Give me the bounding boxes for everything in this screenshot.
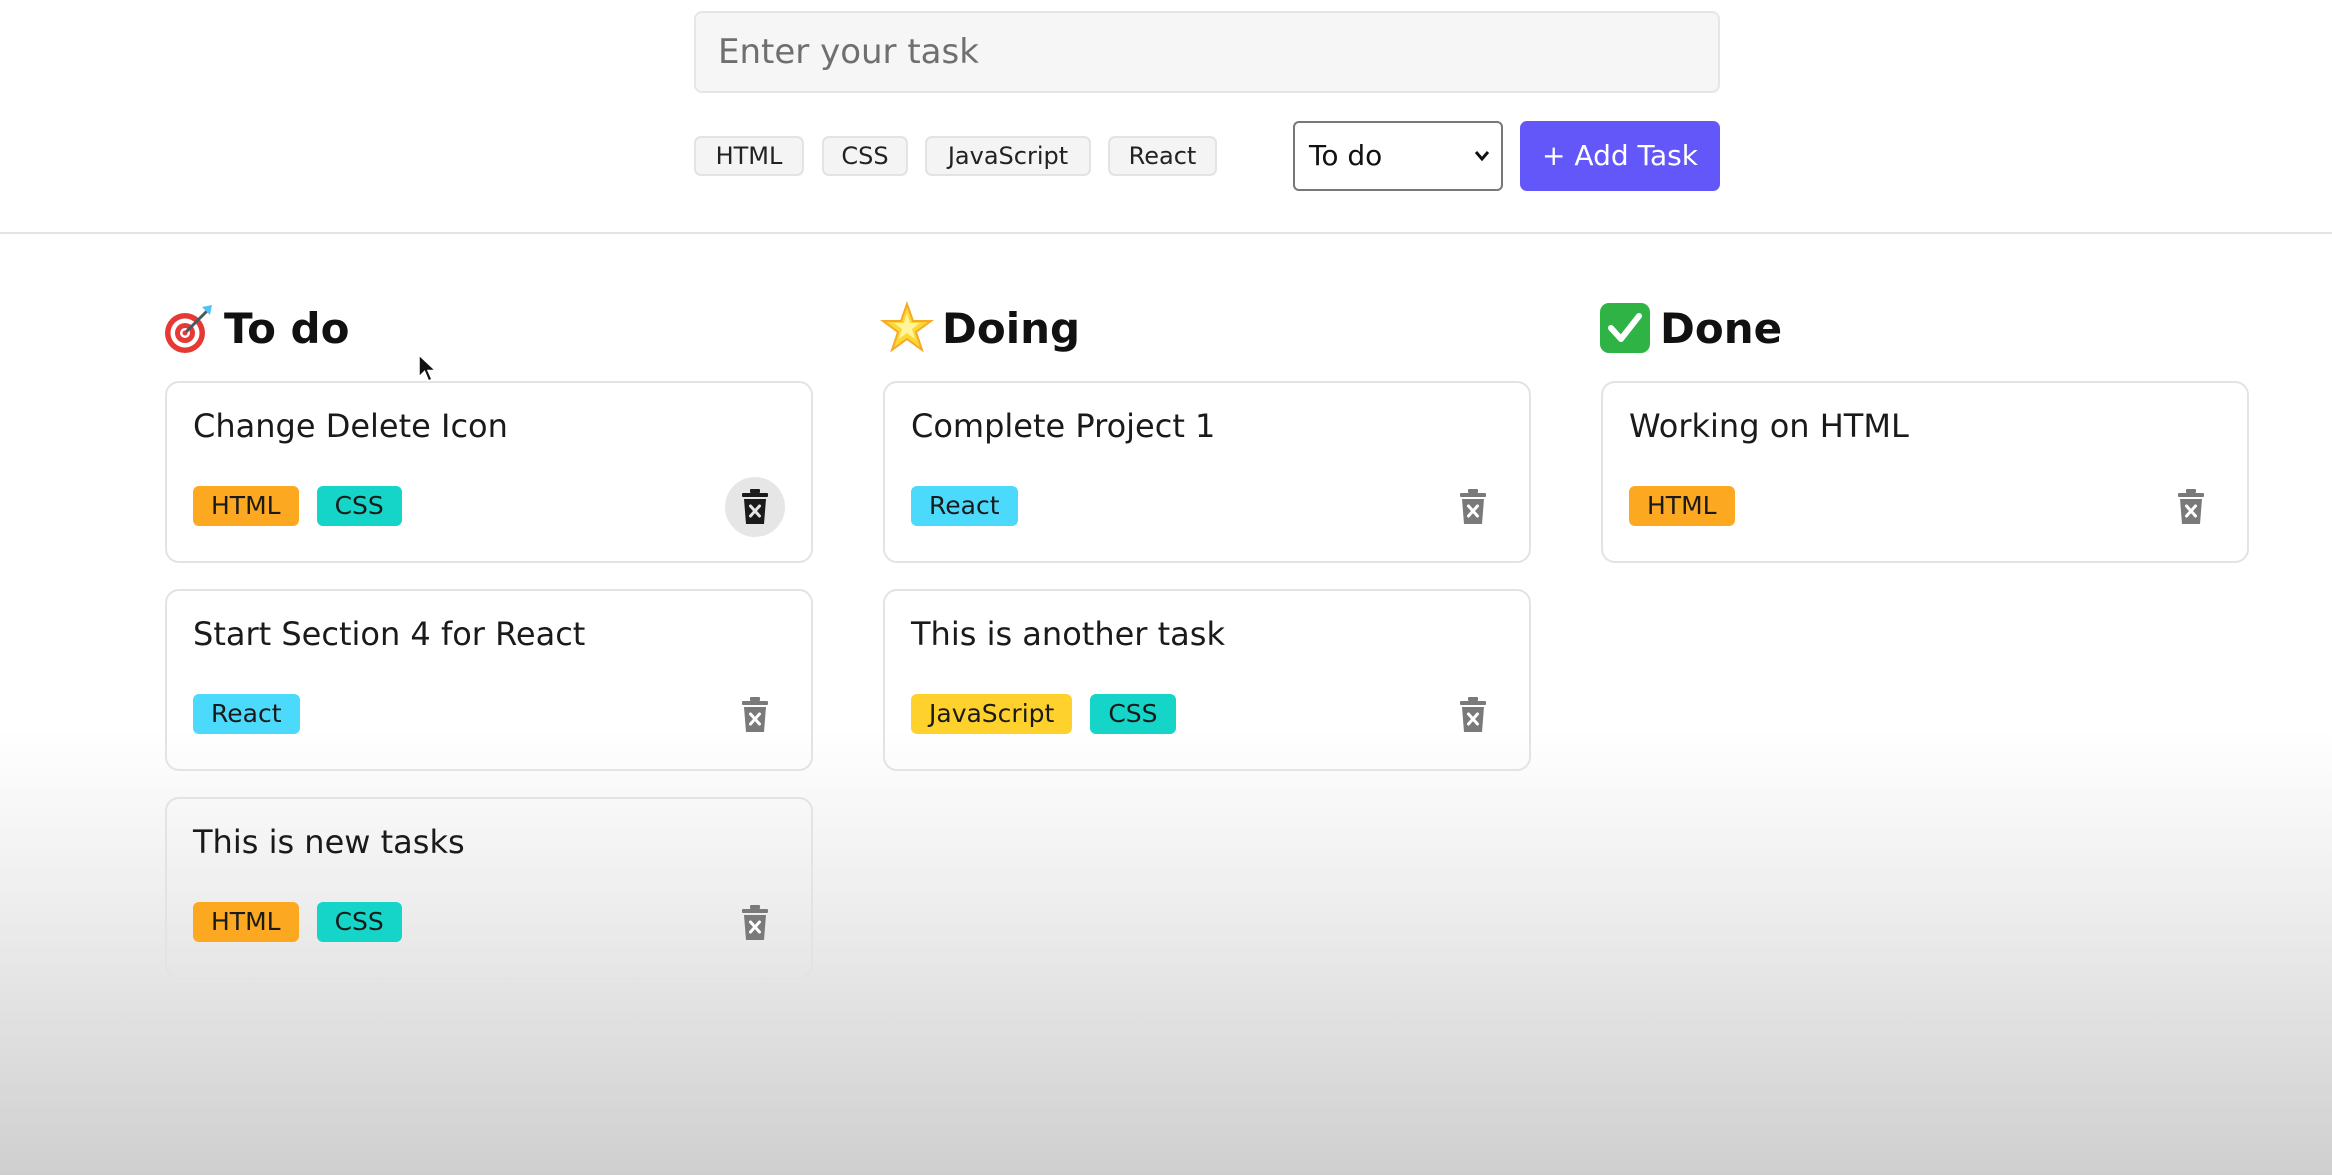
column-heading-done: Done	[1598, 296, 1782, 360]
status-select[interactable]: To do	[1293, 121, 1503, 191]
task-title: This is another task	[911, 615, 1225, 653]
tag-option-css[interactable]: CSS	[822, 136, 908, 176]
status-select-value: To do	[1309, 139, 1383, 172]
task-tags: React	[911, 486, 1036, 526]
trash-icon	[1460, 697, 1486, 732]
task-card[interactable]: Complete Project 1 React	[883, 381, 1531, 563]
delete-button[interactable]	[725, 893, 785, 953]
tag-option-html[interactable]: HTML	[694, 136, 804, 176]
task-card[interactable]: Change Delete Icon HTML CSS	[165, 381, 813, 563]
task-title: Change Delete Icon	[193, 407, 508, 445]
trash-icon	[1460, 489, 1486, 524]
task-tags: JavaScript CSS	[911, 694, 1194, 734]
trash-icon	[742, 489, 768, 524]
tag-react: React	[193, 694, 300, 734]
dart-target-icon	[162, 301, 216, 355]
task-tags: React	[193, 694, 318, 734]
trash-icon	[742, 697, 768, 732]
mouse-cursor-icon	[418, 354, 438, 382]
tag-option-javascript[interactable]: JavaScript	[925, 136, 1091, 176]
column-title-todo: To do	[224, 303, 350, 353]
task-card[interactable]: This is new tasks HTML CSS	[165, 797, 813, 979]
task-title: Complete Project 1	[911, 407, 1216, 445]
task-tags: HTML CSS	[193, 902, 420, 942]
trash-icon	[742, 905, 768, 940]
task-tags: HTML	[1629, 486, 1753, 526]
tag-javascript: JavaScript	[911, 694, 1073, 734]
task-title: This is new tasks	[193, 823, 465, 861]
column-title-doing: Doing	[942, 303, 1081, 353]
delete-button[interactable]	[725, 685, 785, 745]
check-mark-icon	[1598, 301, 1652, 355]
tag-react: React	[911, 486, 1018, 526]
trash-icon	[2178, 489, 2204, 524]
task-input[interactable]	[694, 11, 1720, 93]
column-heading-todo: To do	[162, 296, 349, 360]
tag-css: CSS	[1090, 694, 1176, 734]
column-title-done: Done	[1660, 303, 1783, 353]
task-card[interactable]: Start Section 4 for React React	[165, 589, 813, 771]
task-card[interactable]: Working on HTML HTML	[1601, 381, 2249, 563]
task-tags: HTML CSS	[193, 486, 420, 526]
tag-html: HTML	[193, 486, 299, 526]
column-heading-doing: Doing	[880, 296, 1080, 360]
chevron-down-icon	[1473, 123, 1491, 216]
task-title: Start Section 4 for React	[193, 615, 586, 653]
task-title: Working on HTML	[1629, 407, 1909, 445]
add-task-button[interactable]: + Add Task	[1520, 121, 1720, 191]
tag-html: HTML	[193, 902, 299, 942]
task-form-header: HTML CSS JavaScript React To do + Add Ta…	[0, 0, 2332, 234]
tag-html: HTML	[1629, 486, 1735, 526]
glowing-star-icon	[880, 301, 934, 355]
delete-button[interactable]	[1443, 685, 1503, 745]
tag-option-react[interactable]: React	[1108, 136, 1217, 176]
tag-css: CSS	[316, 902, 402, 942]
task-card[interactable]: This is another task JavaScript CSS	[883, 589, 1531, 771]
delete-button[interactable]	[725, 477, 785, 537]
delete-button[interactable]	[2161, 477, 2221, 537]
tag-css: CSS	[316, 486, 402, 526]
delete-button[interactable]	[1443, 477, 1503, 537]
